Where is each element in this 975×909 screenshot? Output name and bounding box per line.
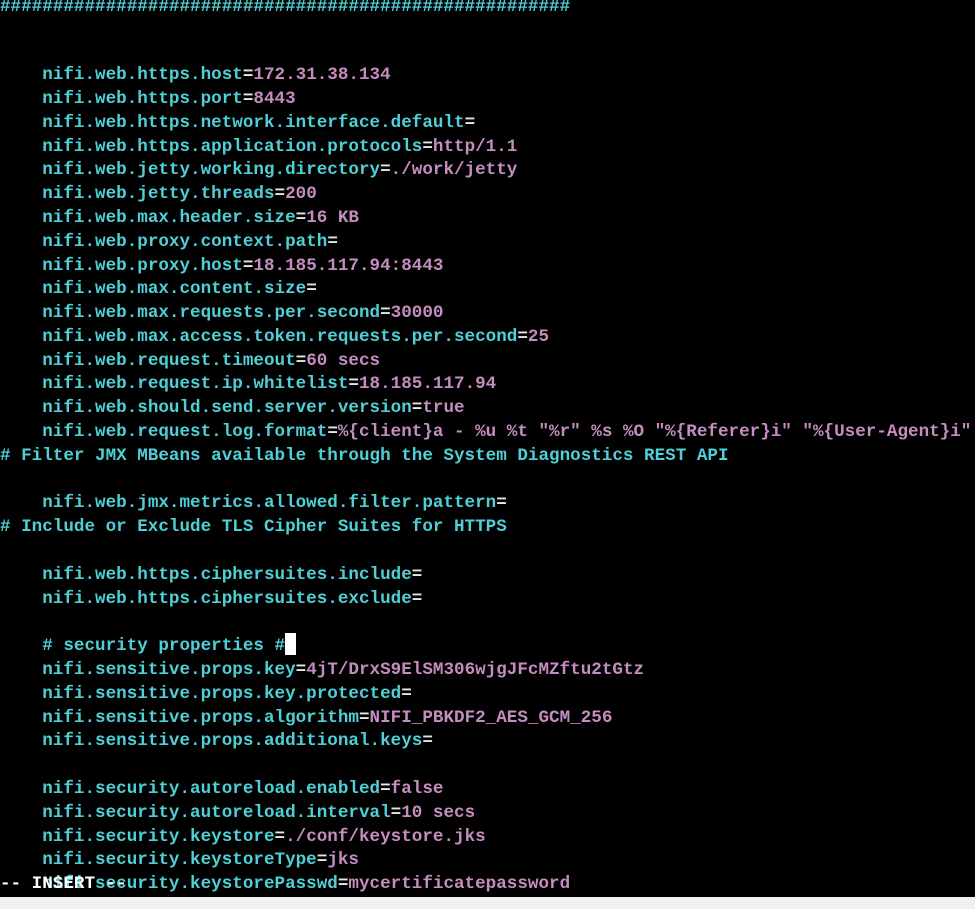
equals-sign: = [422,730,433,751]
config-value: 25 [527,326,550,347]
config-value: mycertificatepassword [348,873,571,894]
equals-sign: = [327,421,338,442]
config-line: nifi.web.https.network.interface.default… [0,88,475,133]
terminal-window[interactable]: ########################################… [0,0,975,897]
config-key: nifi.web.jmx.metrics.allowed.filter.patt… [42,492,497,513]
config-key: nifi.web.https.ciphersuites.exclude [42,588,412,609]
config-line: nifi.web.max.header.size=16 KB [0,183,359,228]
config-line: nifi.web.max.requests.per.second=30000 [0,278,443,323]
config-line: nifi.security.keystoreType=jks [0,825,359,870]
config-key: nifi.sensitive.props.additional.keys [42,730,423,751]
equals-sign: = [337,873,349,894]
config-line: nifi.web.should.send.server.version=true [0,373,464,418]
config-line: nifi.web.jetty.threads=200 [0,159,317,204]
equals-sign: = [380,159,391,180]
window-bottom-edge [0,897,975,909]
vim-mode-indicator: -- INSERT -- [0,874,127,894]
equals-sign: = [496,492,507,513]
config-line: nifi.security.autoreload.enabled=false [0,754,443,799]
config-line: nifi.sensitive.props.additional.keys= [0,706,433,751]
config-line: nifi.web.https.host=172.31.38.134 [0,40,390,85]
config-line: nifi.web.https.ciphersuites.include= [0,540,422,585]
config-value: ./work/jetty [390,159,518,180]
config-line: nifi.security.keystorePasswd=mycertifica… [0,849,570,894]
config-line: nifi.web.https.ciphersuites.exclude= [0,564,422,609]
comment-line: # security properties # [0,611,297,656]
config-line: nifi.web.max.content.size= [0,254,317,299]
equals-sign: = [411,588,423,609]
config-line: nifi.web.https.port=8443 [0,64,295,109]
config-line: nifi.web.proxy.context.path= [0,207,338,252]
hash-separator: ########################################… [0,0,571,17]
config-line: nifi.web.jmx.metrics.allowed.filter.patt… [0,468,507,513]
comment-line: # Include or Exclude TLS Cipher Suites f… [0,517,507,537]
config-line: nifi.web.request.ip.whitelist=18.185.117… [0,349,496,394]
config-line: nifi.web.https.application.protocols=htt… [0,112,517,157]
config-line: nifi.web.request.timeout=60 secs [0,326,380,371]
config-line: nifi.sensitive.props.key.protected= [0,659,412,704]
config-line: nifi.sensitive.props.algorithm=NIFI_PBKD… [0,683,612,728]
config-key: nifi.web.request.log.format [42,421,328,442]
equals-sign: = [517,326,528,347]
config-line: nifi.sensitive.props.key=4jT/DrxS9ElSM30… [0,635,644,680]
config-value: %{client}a - %u %t "%r" %s %O "%{Referer… [337,421,972,442]
comment-line: # Filter JMX MBeans available through th… [0,446,729,466]
config-line: nifi.web.max.access.token.requests.per.s… [0,302,549,347]
config-line: nifi.web.proxy.host=18.185.117.94:8443 [0,231,443,276]
config-line: nifi.security.autoreload.interval=10 sec… [0,778,475,823]
config-line: nifi.web.request.log.format=%{client}a -… [0,397,971,442]
config-line: nifi.web.jetty.working.directory=./work/… [0,135,517,180]
config-line: nifi.security.keystore=./conf/keystore.j… [0,802,485,847]
